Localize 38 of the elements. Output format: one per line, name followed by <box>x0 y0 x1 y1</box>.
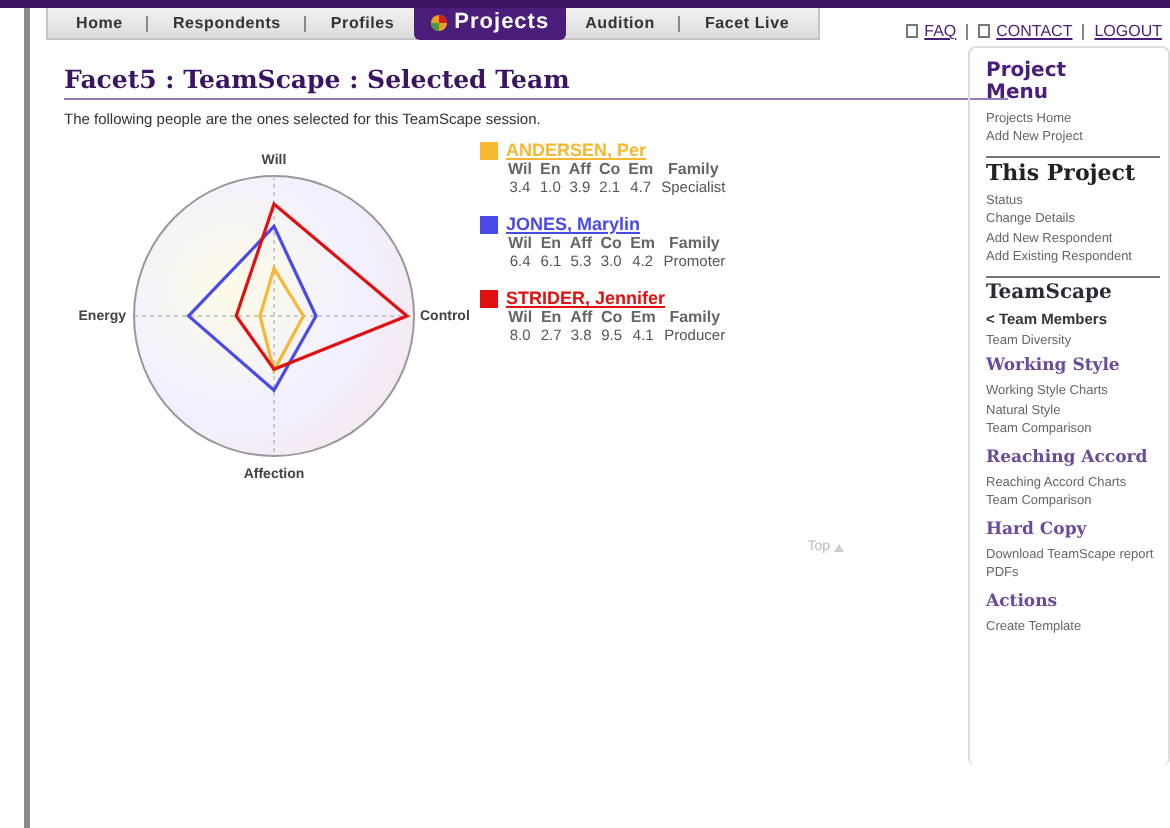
column-header: En <box>540 234 562 252</box>
column-header: Em <box>628 160 654 178</box>
column-header: Co <box>600 234 622 252</box>
column-header: Family <box>667 308 723 326</box>
menu-heading: TeamScape <box>986 281 1114 304</box>
nav-tab[interactable]: Audition <box>569 14 671 32</box>
column-header: Wil <box>508 160 532 178</box>
column-header: Aff <box>568 160 591 178</box>
menu-heading: Project Menu <box>986 60 1069 104</box>
menu-heading: Reaching Accord <box>986 449 1150 468</box>
menu-heading: Actions <box>986 593 1060 613</box>
column-header: En <box>539 160 561 178</box>
nav-tab[interactable]: Projects <box>414 8 566 40</box>
column-header: Wil <box>508 234 533 252</box>
person-link[interactable]: STRIDER, Jennifer <box>506 288 666 308</box>
column-header: Aff <box>569 308 593 326</box>
header-link[interactable]: LOGOUT <box>1094 22 1162 40</box>
up-arrow-icon <box>834 543 844 551</box>
column-header: Aff <box>569 234 593 252</box>
column-header: Co <box>600 308 623 326</box>
menu-heading: This Project <box>986 161 1138 186</box>
nav-tab[interactable]: Profiles <box>314 14 411 32</box>
column-header: Em <box>629 234 656 252</box>
column-header: Em <box>630 308 656 326</box>
globe-icon <box>430 13 449 31</box>
column-header: Co <box>598 160 621 178</box>
person-link[interactable]: JONES, Marylin <box>506 214 641 234</box>
menu-heading: Hard Copy <box>986 521 1089 541</box>
menu-heading: Working Style <box>986 357 1122 377</box>
column-header: Family <box>667 234 722 252</box>
column-header: Wil <box>508 308 533 326</box>
header-link[interactable]: FAQ <box>924 22 957 40</box>
header-link[interactable]: CONTACT <box>996 22 1073 40</box>
column-header: En <box>540 308 562 326</box>
nav-tab[interactable]: Respondents <box>156 14 297 32</box>
nav-tab[interactable]: Facet Live <box>688 14 806 32</box>
nav-tab[interactable]: Home <box>60 14 139 32</box>
column-header: Family <box>665 160 721 178</box>
